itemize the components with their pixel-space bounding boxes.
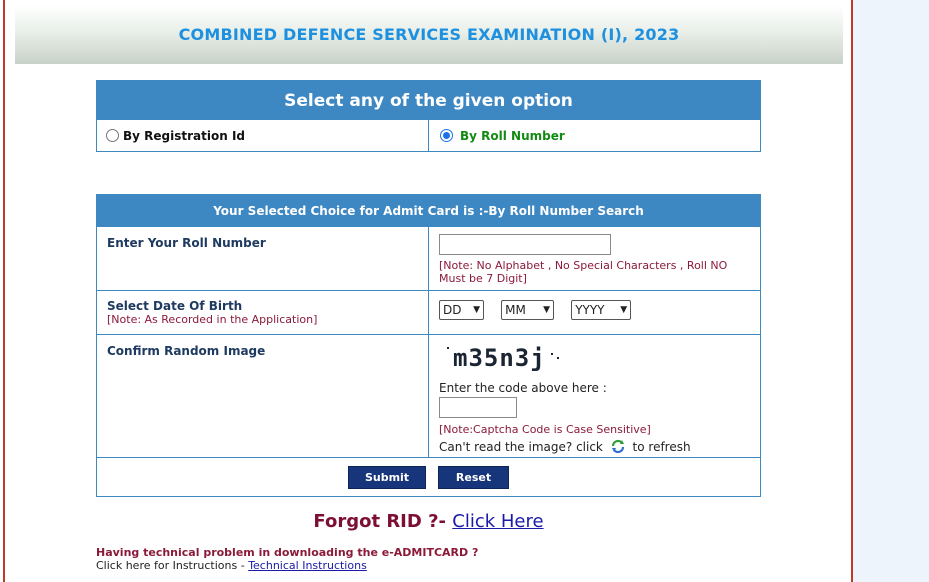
technical-help-question: Having technical problem in downloading … [96,546,479,559]
option-heading: Select any of the given option [97,81,760,120]
roll-number-row: Enter Your Roll Number [Note: No Alphabe… [97,226,760,290]
captcha-text: m35n3j [453,344,546,372]
roll-number-input[interactable] [439,234,611,255]
page-header: COMBINED DEFENCE SERVICES EXAMINATION (I… [15,5,843,64]
dob-day-value: DD [443,303,462,317]
reset-button[interactable]: Reset [438,466,509,489]
dob-day-select[interactable]: DD ▼ [439,300,484,320]
dob-row: Select Date Of Birth [Note: As Recorded … [97,290,760,334]
technical-instructions-link[interactable]: Technical Instructions [248,559,367,572]
page-title: COMBINED DEFENCE SERVICES EXAMINATION (I… [178,25,680,44]
captcha-noise [557,357,559,359]
captcha-note: [Note:Captcha Code is Case Sensitive] [439,423,651,436]
option-row: By Registration Id By Roll Number [97,120,760,151]
dob-label: Select Date Of Birth [107,299,243,313]
roll-number-option-label: By Roll Number [460,128,565,143]
registration-option-label: By Registration Id [123,128,245,143]
captcha-prompt: Enter the code above here : [439,381,607,395]
registration-radio[interactable] [106,129,119,142]
chevron-down-icon: ▼ [543,305,551,315]
captcha-noise [551,353,553,355]
dob-month-value: MM [505,303,526,317]
forgot-rid-text: Forgot RID ?- [313,511,446,532]
technical-help-line: Click here for Instructions - Technical … [96,559,478,572]
option-by-registration[interactable]: By Registration Id [97,120,428,151]
option-selector: Select any of the given option By Regist… [96,80,761,152]
chevron-down-icon: ▼ [620,305,628,315]
right-side-panel [853,0,929,582]
roll-number-radio[interactable] [440,129,453,142]
chevron-down-icon: ▼ [473,305,480,315]
dob-note: [Note: As Recorded in the Application] [107,313,318,326]
forgot-rid: Forgot RID ?- Click Here [0,511,857,532]
dob-year-value: YYYY [575,303,605,317]
technical-help-prefix: Click here for Instructions - [96,559,245,572]
refresh-prefix: Can't read the image? click [439,440,603,454]
admit-card-form: Your Selected Choice for Admit Card is :… [96,194,761,497]
captcha-noise [447,347,449,349]
refresh-icon[interactable] [610,439,626,456]
roll-number-note: [Note: No Alphabet , No Special Characte… [439,259,728,285]
left-border-line [3,0,5,582]
form-heading: Your Selected Choice for Admit Card is :… [97,195,760,226]
roll-number-label: Enter Your Roll Number [107,236,266,250]
captcha-image: m35n3j [439,341,760,375]
dob-year-select[interactable]: YYYY ▼ [571,300,632,320]
option-by-roll-number[interactable]: By Roll Number [428,120,760,151]
captcha-input[interactable] [439,397,517,418]
refresh-suffix: to refresh [632,440,691,454]
technical-help: Having technical problem in downloading … [96,546,478,572]
dob-month-select[interactable]: MM ▼ [501,300,555,320]
submit-button[interactable]: Submit [348,466,426,489]
captcha-label: Confirm Random Image [107,344,266,358]
captcha-refresh-line: Can't read the image? click to refresh [439,439,760,456]
form-buttons: Submit Reset [97,457,760,497]
forgot-rid-link[interactable]: Click Here [452,511,543,532]
captcha-row: Confirm Random Image m35n3j Enter the co… [97,334,760,457]
